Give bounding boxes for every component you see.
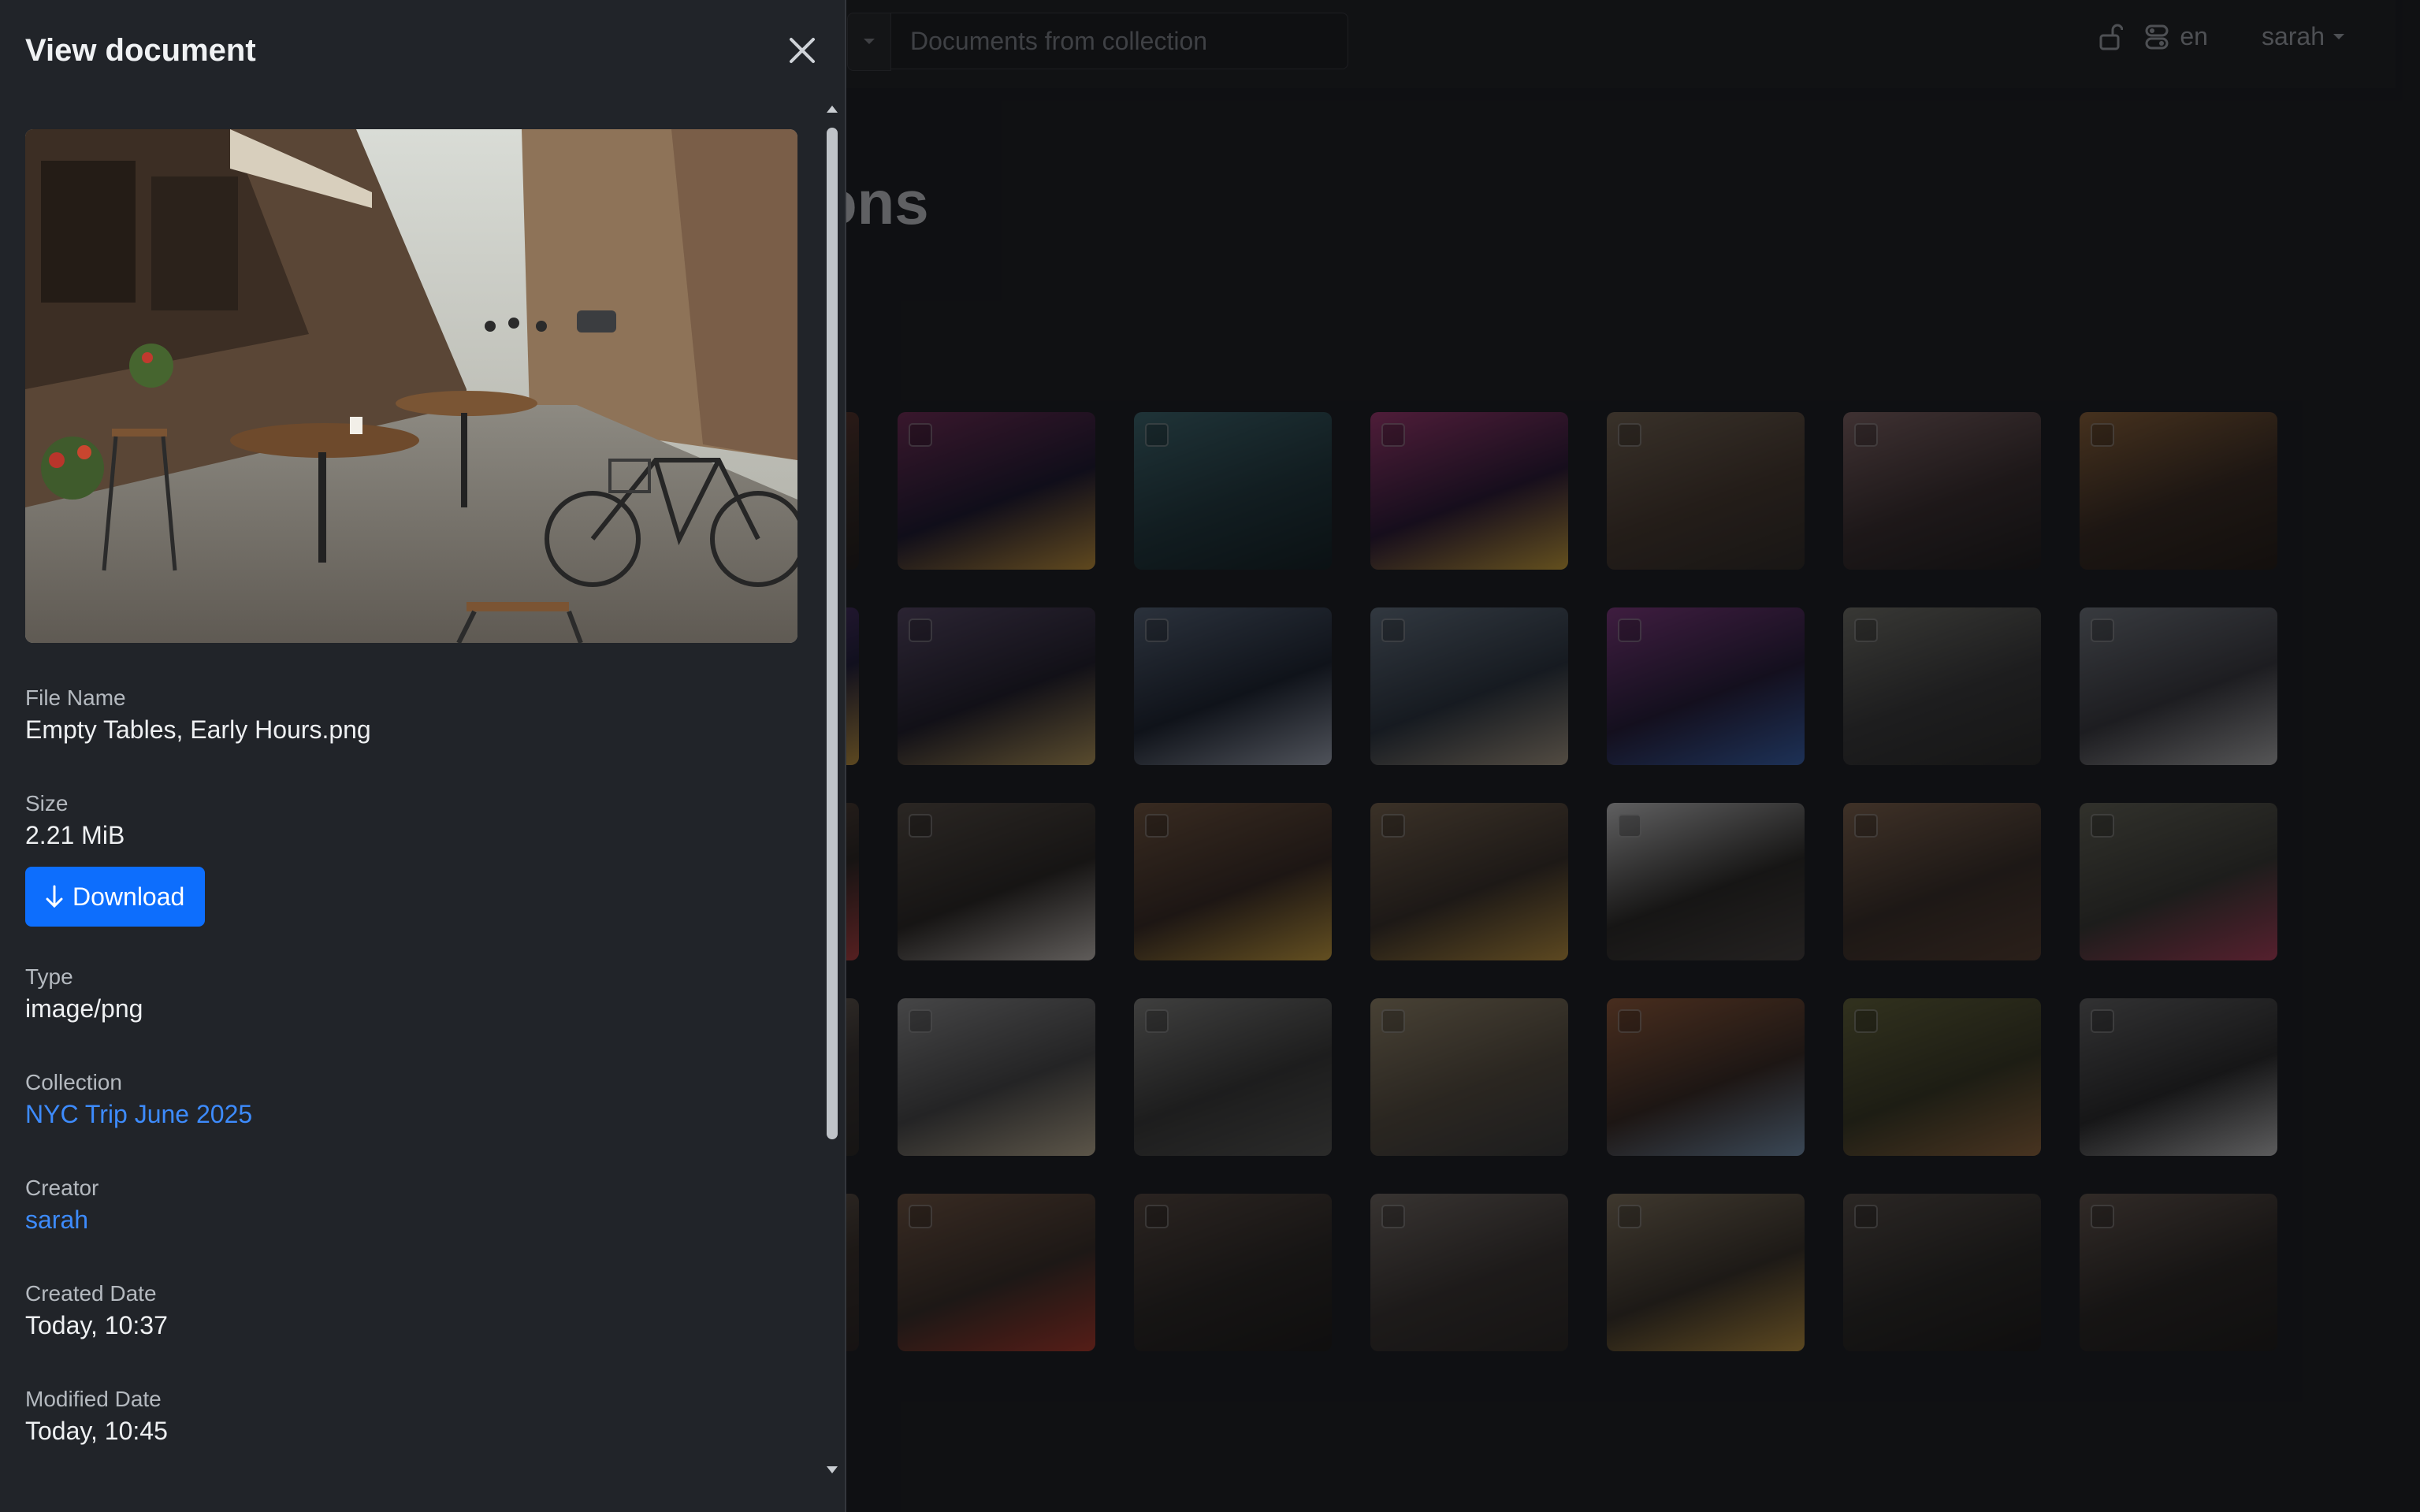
close-button[interactable] <box>783 32 821 69</box>
type-field: Type image/png <box>25 963 797 1026</box>
file-name-value: Empty Tables, Early Hours.png <box>25 715 371 744</box>
panel-title: View document <box>25 33 256 68</box>
scroll-up-icon[interactable] <box>824 102 840 115</box>
size-value: 2.21 MiB <box>25 821 125 849</box>
modified-date-field: Modified Date Today, 10:45 <box>25 1385 797 1448</box>
size-field: Size 2.21 MiB Download <box>25 789 797 927</box>
view-document-panel: View document File Name Empty Tables, Ea… <box>0 0 846 1512</box>
creator-link[interactable]: sarah <box>25 1206 88 1234</box>
type-label: Type <box>25 964 73 989</box>
file-name-label: File Name <box>25 685 126 710</box>
size-label: Size <box>25 791 69 815</box>
panel-scrollbar[interactable] <box>824 98 840 1477</box>
file-name-field: File Name Empty Tables, Early Hours.png <box>25 684 797 747</box>
arrow-down-icon <box>46 885 63 908</box>
panel-body: File Name Empty Tables, Early Hours.png … <box>25 129 797 1448</box>
type-value: image/png <box>25 994 143 1023</box>
creator-label: Creator <box>25 1176 99 1200</box>
collection-field: Collection NYC Trip June 2025 <box>25 1068 797 1131</box>
created-date-field: Created Date Today, 10:37 <box>25 1280 797 1343</box>
modified-date-label: Modified Date <box>25 1387 162 1411</box>
document-preview-image <box>25 129 797 643</box>
close-icon <box>790 38 815 63</box>
scroll-thumb[interactable] <box>827 128 838 1139</box>
scroll-down-icon[interactable] <box>824 1464 840 1477</box>
created-date-label: Created Date <box>25 1281 157 1306</box>
created-date-value: Today, 10:37 <box>25 1311 168 1339</box>
panel-header: View document <box>25 28 821 72</box>
modified-date-value: Today, 10:45 <box>25 1417 168 1445</box>
creator-field: Creator sarah <box>25 1174 797 1237</box>
download-label: Download <box>72 882 185 911</box>
download-button[interactable]: Download <box>25 867 206 927</box>
collection-link[interactable]: NYC Trip June 2025 <box>25 1100 252 1128</box>
collection-label: Collection <box>25 1070 122 1094</box>
